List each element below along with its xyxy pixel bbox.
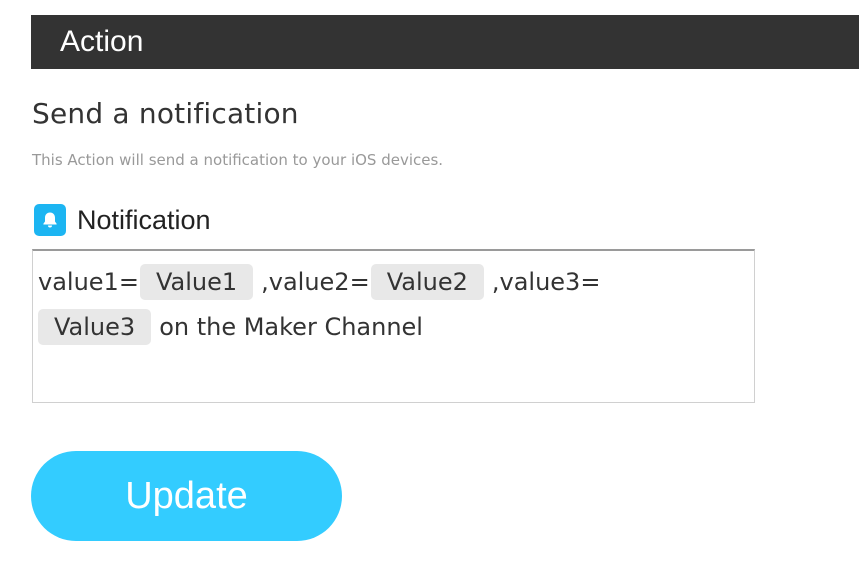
field-label-row: Notification bbox=[34, 203, 211, 237]
page: Action Send a notification This Action w… bbox=[0, 0, 859, 562]
ingredient-chip-value3[interactable]: Value3 bbox=[38, 309, 152, 345]
bell-icon bbox=[34, 204, 66, 236]
text-segment: on the Maker Channel bbox=[159, 313, 423, 341]
action-description: This Action will send a notification to … bbox=[32, 151, 444, 169]
text-segment: ,value2= bbox=[261, 268, 370, 296]
text-segment: value1= bbox=[38, 268, 139, 296]
ingredient-chip-value1[interactable]: Value1 bbox=[139, 264, 254, 300]
text-segment: ,value3= bbox=[491, 268, 601, 296]
notification-text-field[interactable]: value1= Value1 ,value2= Value2 ,value3= … bbox=[32, 249, 755, 403]
ingredient-chip-value2[interactable]: Value2 bbox=[370, 264, 484, 300]
header-bar: Action bbox=[31, 15, 859, 69]
action-title: Send a notification bbox=[32, 97, 299, 130]
field-label: Notification bbox=[77, 205, 211, 235]
header-title: Action bbox=[60, 25, 144, 58]
update-button[interactable]: Update bbox=[31, 451, 342, 541]
text-line: value1= Value1 ,value2= Value2 ,value3= bbox=[38, 264, 600, 300]
text-line: Value3 on the Maker Channel bbox=[38, 309, 423, 345]
